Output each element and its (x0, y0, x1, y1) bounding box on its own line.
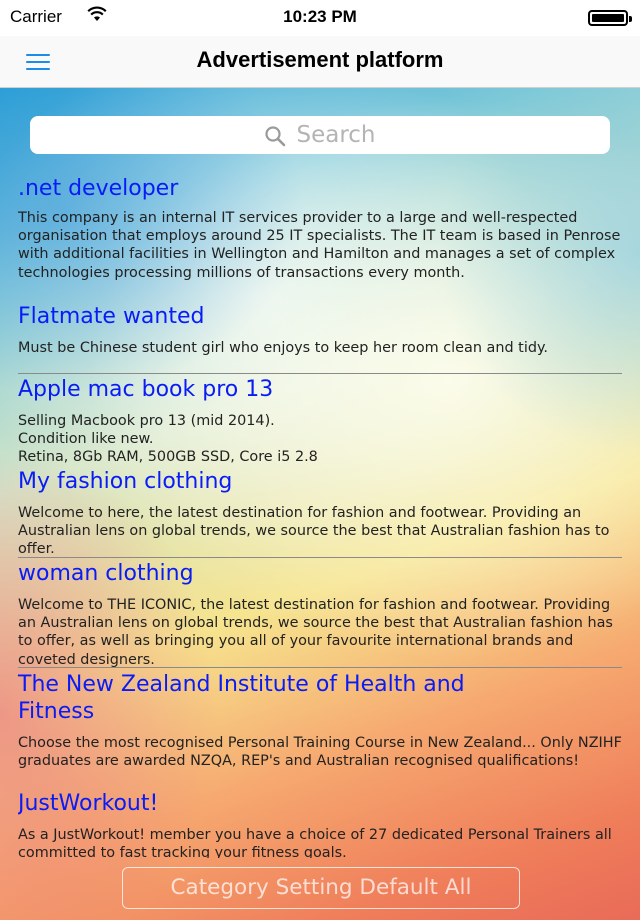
divider (18, 557, 622, 558)
listing-title[interactable]: My fashion clothing (18, 468, 622, 495)
listing-title[interactable]: Apple mac book pro 13 (18, 376, 622, 403)
listing-description: Must be Chinese student girl who enjoys … (18, 340, 548, 356)
listing-item[interactable]: My fashion clothing Welcome to here, the… (18, 468, 622, 559)
divider (18, 667, 622, 668)
status-bar: Carrier 10:23 PM (0, 0, 640, 36)
listing-title[interactable]: woman clothing (18, 560, 622, 587)
listing-item[interactable]: woman clothing Welcome to THE ICONIC, th… (18, 560, 622, 669)
divider (18, 373, 622, 374)
listing-description: Welcome to here, the latest destination … (18, 505, 610, 558)
category-setting-button[interactable]: Category Setting Default All (122, 867, 520, 909)
listing-title[interactable]: .net developer (18, 175, 622, 202)
search-placeholder: Search (296, 122, 376, 148)
listing-description: As a JustWorkout! member you have a choi… (18, 827, 612, 858)
clock: 10:23 PM (283, 7, 357, 26)
listing-item[interactable]: .net developer This company is an intern… (18, 175, 622, 282)
listing-description: Welcome to THE ICONIC, the latest destin… (18, 597, 613, 668)
battery-icon (588, 10, 632, 26)
listing-title[interactable]: The New Zealand Institute of Health and … (18, 671, 622, 725)
listing-title[interactable]: JustWorkout! (18, 790, 622, 817)
listing-item[interactable]: Flatmate wanted Must be Chinese student … (18, 303, 622, 357)
search-field[interactable]: Search (30, 116, 610, 154)
listing-description: Selling Macbook pro 13 (mid 2014). Condi… (18, 413, 318, 466)
listing-title[interactable]: Flatmate wanted (18, 303, 622, 330)
listing-item[interactable]: JustWorkout! As a JustWorkout! member yo… (18, 790, 622, 858)
page-title: Advertisement platform (196, 47, 444, 72)
advert-list[interactable]: Search .net developer This company is an… (0, 88, 640, 920)
listing-item[interactable]: Apple mac book pro 13 Selling Macbook pr… (18, 376, 622, 467)
navigation-bar: Advertisement platform (0, 36, 640, 88)
search-icon (265, 126, 286, 147)
listing-description: This company is an internal IT services … (18, 210, 621, 281)
listing-description: Choose the most recognised Personal Trai… (18, 735, 622, 770)
listing-item[interactable]: The New Zealand Institute of Health and … (18, 671, 622, 770)
